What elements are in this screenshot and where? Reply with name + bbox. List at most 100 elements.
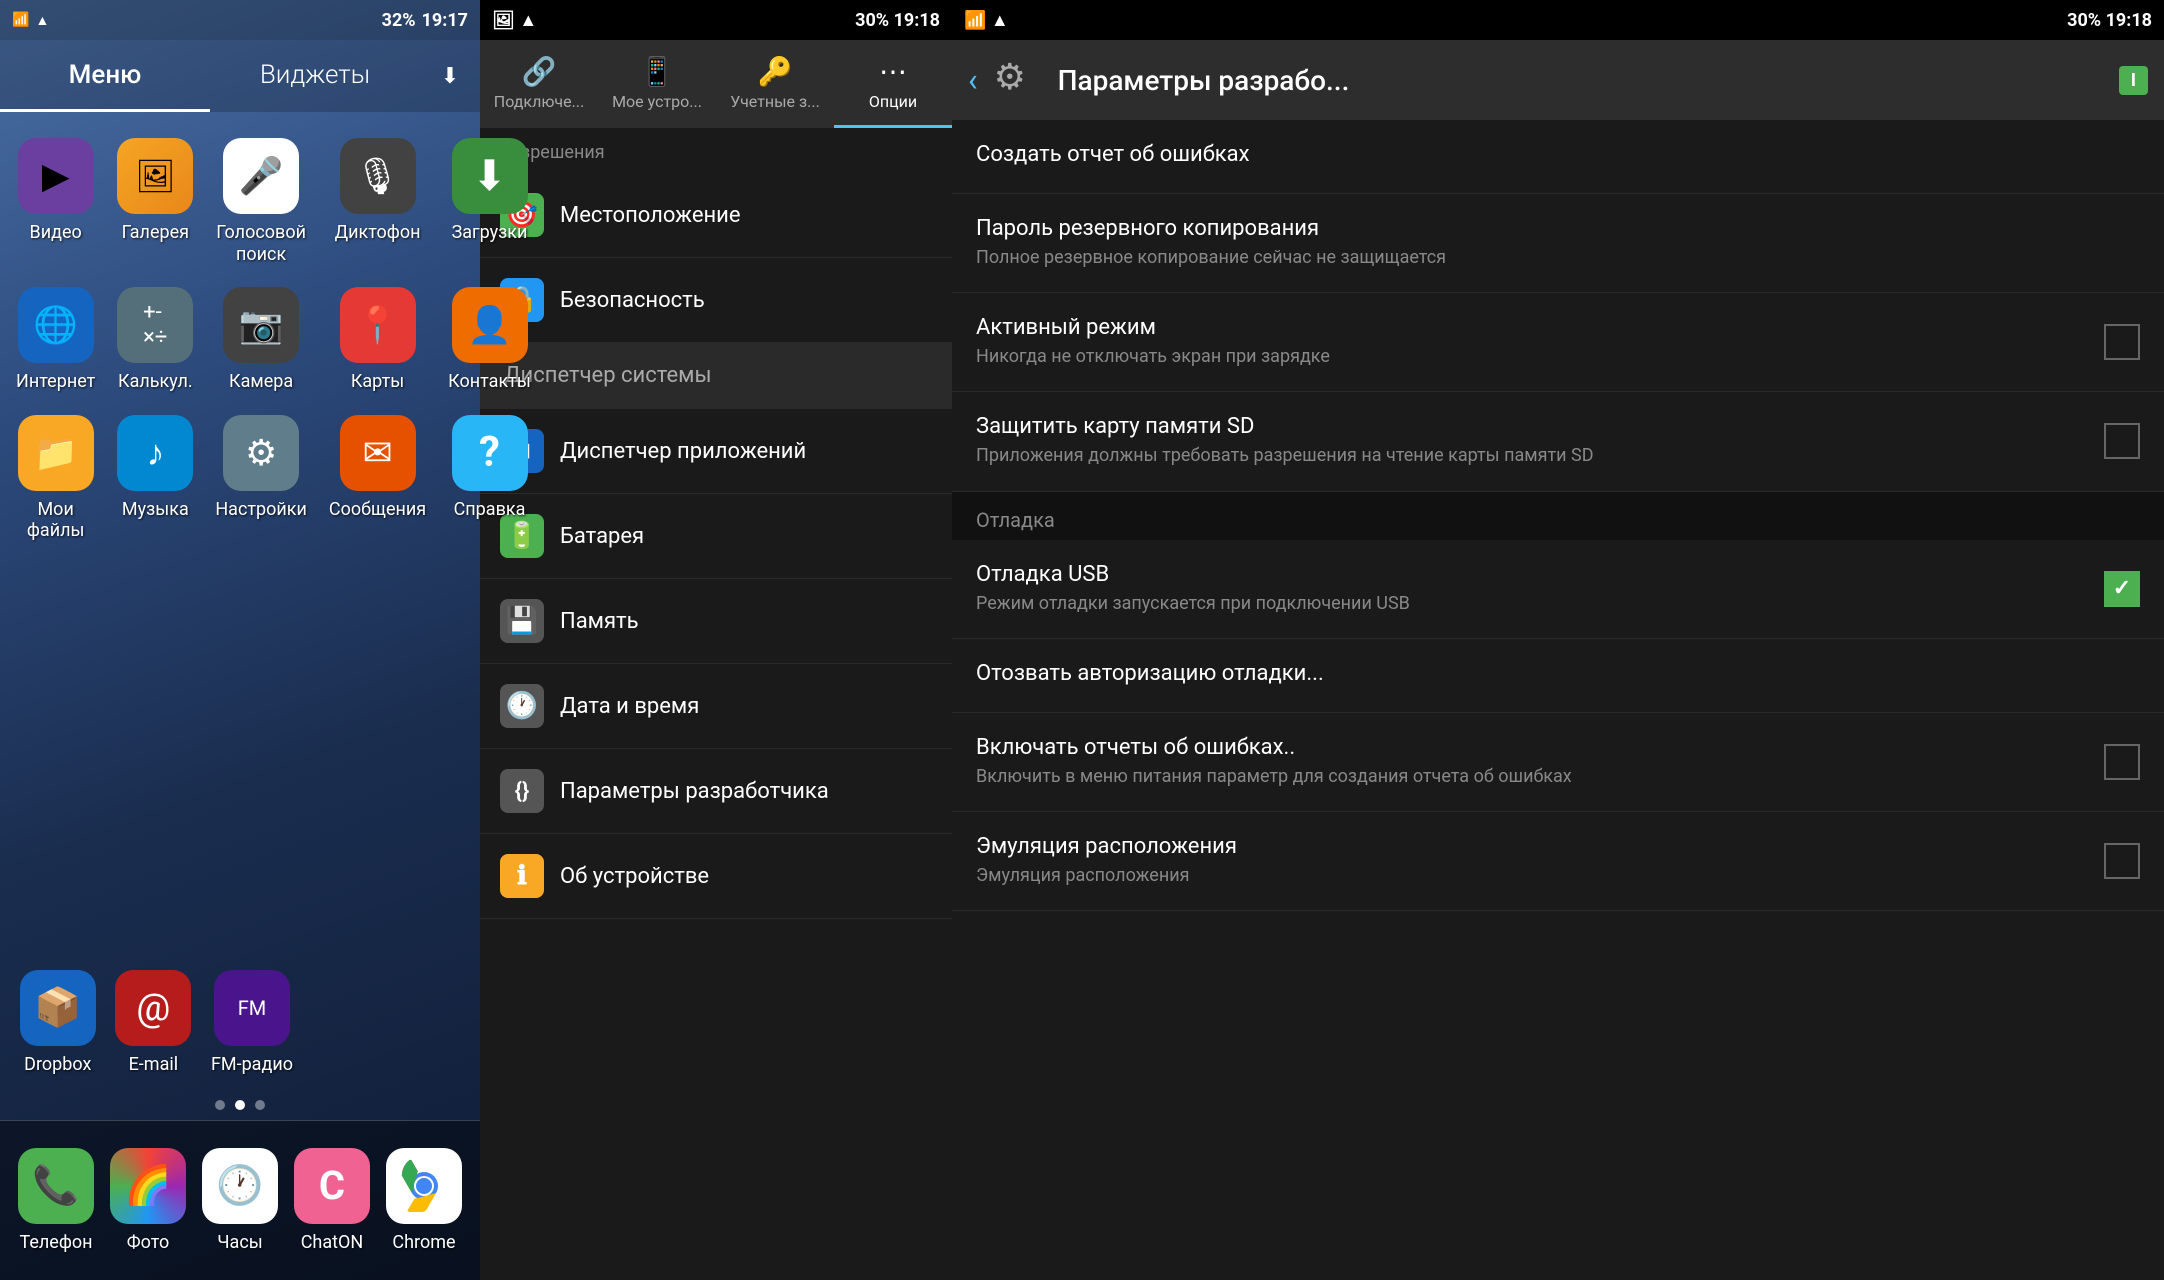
devopt-content: Создать отчет об ошибках Пароль резервно…: [952, 120, 2164, 1280]
app-photos[interactable]: 🌈 Фото: [104, 1142, 192, 1260]
app-help[interactable]: ? Справка: [442, 409, 537, 548]
devopt-active-mode-checkbox[interactable]: [2104, 324, 2140, 360]
app-clock[interactable]: 🕐 Часы: [196, 1142, 284, 1260]
devopt-item-enable-bugs[interactable]: Включать отчеты об ошибках.. Включить в …: [952, 713, 2164, 812]
app-settings[interactable]: ⚙ Настройки: [209, 409, 313, 548]
download-button[interactable]: ⬇: [420, 40, 480, 112]
app-dictaphone[interactable]: 🎙 Диктофон: [323, 132, 432, 271]
app-contacts[interactable]: 👤 Контакты: [442, 281, 537, 399]
devopt-toolbar: ‹ ⚙ Параметры разрабо... I: [952, 40, 2164, 120]
home-status-left: 📶 ▲: [12, 12, 49, 29]
app-camera-icon: 📷: [223, 287, 299, 363]
settings-item-location[interactable]: 🎯 Местоположение: [480, 173, 952, 258]
devopt-bug-report-title: Создать отчет об ошибках: [976, 142, 1250, 167]
devopt-item-active-mode[interactable]: Активный режим Никогда не отключать экра…: [952, 293, 2164, 392]
settings-screen: 🖼 ▲ 30% 19:18 🔗 Подключе... 📱 Мое устро.…: [480, 0, 952, 1280]
devopt-debug-section: Отладка: [952, 492, 2164, 540]
devopt-title: Параметры разрабо...: [1058, 64, 2103, 97]
devopt-active-mode-title: Активный режим: [976, 315, 1330, 340]
settings-item-security-label: Безопасность: [560, 288, 705, 313]
home-screen: 📶 ▲ 32% 19:17 Меню Виджеты ⬇ ▶ Видео 🖼 Г…: [0, 0, 480, 1280]
app-email[interactable]: @ E-mail: [109, 964, 197, 1082]
app-music[interactable]: ♪ Музыка: [111, 409, 199, 548]
devopt-item-backup-pwd[interactable]: Пароль резервного копирования Полное рез…: [952, 194, 2164, 293]
app-internet[interactable]: 🌐 Интернет: [10, 281, 101, 399]
settings-item-battery-label: Батарея: [560, 524, 644, 549]
devopt-usb-debug-checkbox[interactable]: [2104, 571, 2140, 607]
app-chrome-label: Chrome: [392, 1232, 455, 1254]
home-battery: 32%: [382, 10, 416, 31]
app-calculator-icon: +-×÷: [117, 287, 193, 363]
app-settings-label: Настройки: [215, 499, 307, 521]
devopt-battery-pct: 30%: [2067, 10, 2101, 31]
app-chaton-icon: C: [294, 1148, 370, 1224]
devopt-active-mode-subtitle: Никогда не отключать экран при зарядке: [976, 344, 1330, 369]
settings-item-datetime[interactable]: 🕐 Дата и время: [480, 664, 952, 749]
app-dropbox[interactable]: 📦 Dropbox: [14, 964, 102, 1082]
devopt-back-button[interactable]: ‹: [968, 61, 978, 99]
app-chaton[interactable]: C ChatON: [288, 1142, 376, 1260]
download-icon: ⬇: [441, 64, 459, 89]
app-music-label: Музыка: [122, 499, 189, 521]
tab-menu[interactable]: Меню: [0, 40, 210, 112]
app-downloads-icon: ⬇: [452, 138, 528, 214]
settings-item-system-manager[interactable]: Диспетчер системы: [480, 343, 952, 409]
settings-item-devopt-label: Параметры разработчика: [560, 779, 829, 804]
app-fmradio[interactable]: FM FM-радио: [205, 964, 299, 1082]
tab-widgets[interactable]: Виджеты: [210, 40, 420, 112]
app-downloads[interactable]: ⬇ Загрузки: [442, 132, 537, 271]
settings-gallery-icon: 🖼: [492, 10, 515, 31]
app-help-label: Справка: [454, 499, 526, 521]
app-calculator-label: Калькул.: [118, 371, 193, 393]
app-maps-label: Карты: [351, 371, 404, 393]
memory-icon: 💾: [500, 599, 544, 643]
settings-tab-device[interactable]: 📱 Мое устро...: [598, 40, 716, 128]
devopt-location-emul-checkbox[interactable]: [2104, 843, 2140, 879]
settings-tabs: 🔗 Подключе... 📱 Мое устро... 🔑 Учетные з…: [480, 40, 952, 128]
devopt-item-usb-debug[interactable]: Отладка USB Режим отладки запускается пр…: [952, 540, 2164, 639]
devopt-usb-debug-title: Отладка USB: [976, 562, 2088, 587]
settings-item-about[interactable]: ℹ Об устройстве: [480, 834, 952, 919]
devopt-battery-indicator: I: [2119, 66, 2148, 95]
settings-item-security[interactable]: 🔒 Безопасность: [480, 258, 952, 343]
app-gallery[interactable]: 🖼 Галерея: [111, 132, 199, 271]
app-voice[interactable]: 🎤 Голосовойпоиск: [209, 132, 313, 271]
app-settings-icon: ⚙: [223, 415, 299, 491]
home-tabs: Меню Виджеты ⬇: [0, 40, 480, 112]
devopt-protect-sd-checkbox[interactable]: [2104, 423, 2140, 459]
devopt-enable-bugs-checkbox[interactable]: [2104, 744, 2140, 780]
app-myfiles[interactable]: 📁 Мои файлы: [10, 409, 101, 548]
app-video[interactable]: ▶ Видео: [10, 132, 101, 271]
app-clock-label: Часы: [217, 1232, 263, 1254]
home-signal-icon: ▲: [35, 12, 49, 29]
app-calculator[interactable]: +-×÷ Калькул.: [111, 281, 199, 399]
devopt-item-location-emul[interactable]: Эмуляция расположения Эмуляция расположе…: [952, 812, 2164, 911]
accounts-tab-icon: 🔑: [758, 55, 793, 88]
settings-item-memory[interactable]: 💾 Память: [480, 579, 952, 664]
app-phone-icon: 📞: [18, 1148, 94, 1224]
settings-item-battery[interactable]: 🔋 Батарея: [480, 494, 952, 579]
app-camera[interactable]: 📷 Камера: [209, 281, 313, 399]
settings-status-left: 🖼 ▲: [492, 10, 537, 31]
app-photos-icon: 🌈: [110, 1148, 186, 1224]
app-messages-label: Сообщения: [329, 499, 426, 521]
app-messages[interactable]: ✉ Сообщения: [323, 409, 432, 548]
settings-tab-connection[interactable]: 🔗 Подключе...: [480, 40, 598, 128]
devopt-item-revoke-auth[interactable]: Отозвать авторизацию отладки...: [952, 639, 2164, 713]
options-tab-icon: ⋯: [879, 55, 907, 88]
app-email-icon: @: [115, 970, 191, 1046]
devopt-wifi-icon: 📶 ▲: [964, 10, 1009, 31]
app-internet-label: Интернет: [16, 371, 95, 393]
app-video-label: Видео: [30, 222, 82, 244]
settings-item-app-manager[interactable]: ⊞ Диспетчер приложений: [480, 409, 952, 494]
app-internet-icon: 🌐: [18, 287, 94, 363]
app-dropbox-label: Dropbox: [24, 1054, 91, 1076]
settings-tab-options[interactable]: ⋯ Опции: [834, 40, 952, 128]
app-maps[interactable]: 📍 Карты: [323, 281, 432, 399]
app-chrome[interactable]: Chrome: [380, 1142, 468, 1260]
settings-item-devopt[interactable]: {} Параметры разработчика: [480, 749, 952, 834]
settings-tab-accounts[interactable]: 🔑 Учетные з...: [716, 40, 834, 128]
app-phone[interactable]: 📞 Телефон: [12, 1142, 100, 1260]
devopt-item-protect-sd[interactable]: Защитить карту памяти SD Приложения долж…: [952, 392, 2164, 491]
devopt-item-bug-report[interactable]: Создать отчет об ошибках: [952, 120, 2164, 194]
